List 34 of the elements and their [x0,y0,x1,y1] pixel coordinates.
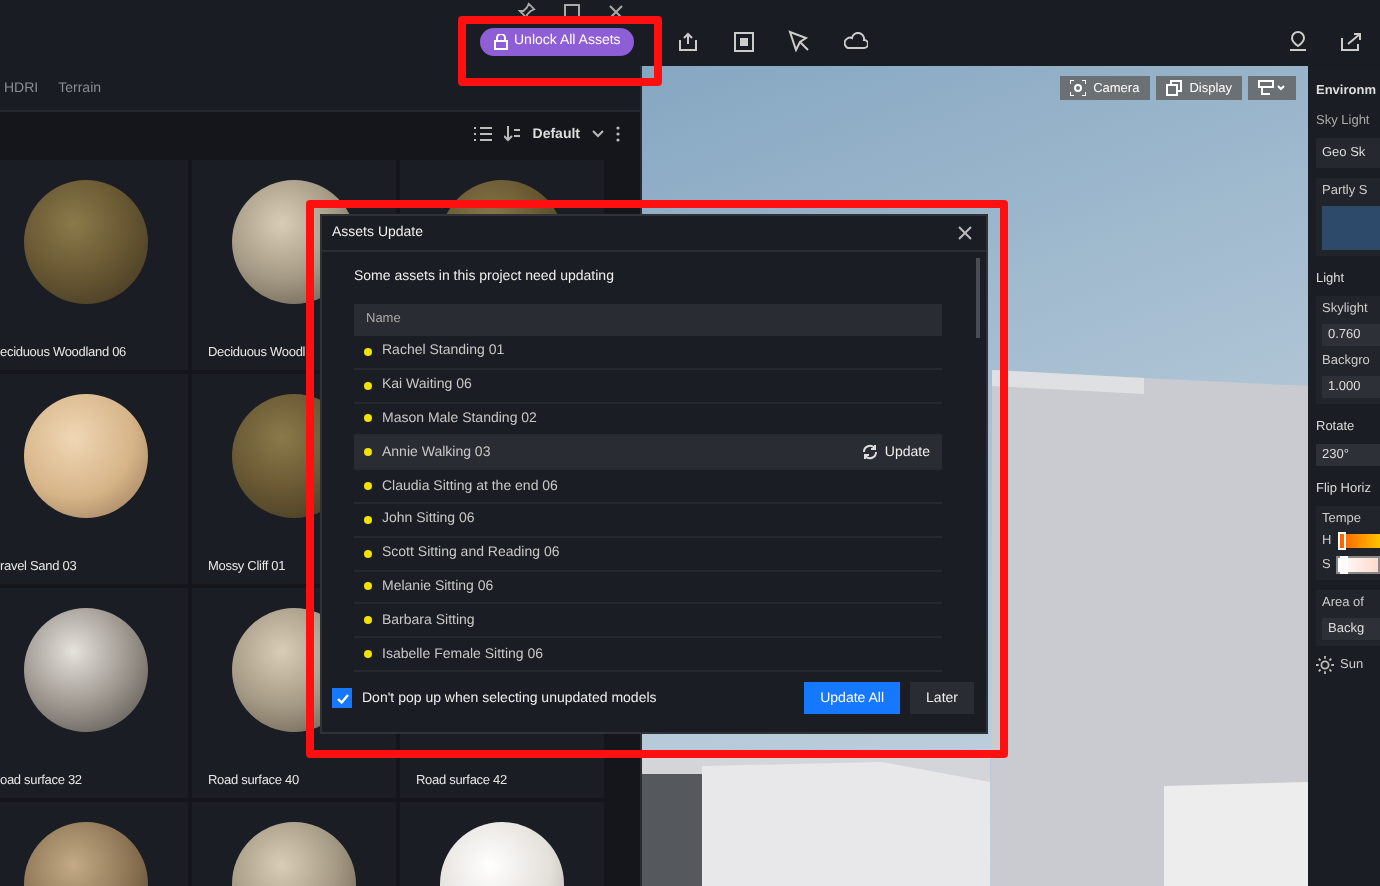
sun-icon [1316,656,1334,674]
sky-preview-placeholder [1322,206,1380,250]
import-icon[interactable] [678,31,701,51]
status-dot-icon [364,381,372,390]
close-icon[interactable] [608,3,624,19]
status-dot-icon [364,515,372,524]
status-dot-icon [364,414,372,423]
layout-menu-button[interactable] [1248,76,1296,100]
pin-icon[interactable] [518,2,536,20]
slider-thumb[interactable] [1339,556,1348,574]
chevron-down-icon[interactable] [592,130,604,138]
saturation-slider[interactable] [1336,556,1380,574]
close-icon[interactable] [958,226,972,240]
refresh-icon [862,444,879,461]
status-dot-icon [364,549,372,558]
focus-frame-icon [1069,80,1086,96]
scrollbar[interactable] [976,258,980,338]
maximize-icon[interactable] [564,3,580,19]
lock-icon [494,33,508,49]
list-view-icon[interactable] [474,126,493,142]
status-dot-icon [364,616,372,625]
status-dot-icon [364,482,372,491]
location-icon[interactable] [1288,30,1308,52]
status-dot-icon [364,582,372,591]
share-icon[interactable] [1340,31,1362,51]
hue-slider[interactable] [1337,534,1380,548]
slider-thumb[interactable] [1338,532,1347,550]
status-dot-icon [364,650,372,659]
sort-icon[interactable] [504,126,521,142]
cloud-icon[interactable] [844,32,869,50]
status-dot-icon [364,448,372,457]
status-dot-icon [364,347,372,356]
checkbox[interactable] [332,688,352,708]
copy-icon [1165,80,1182,96]
